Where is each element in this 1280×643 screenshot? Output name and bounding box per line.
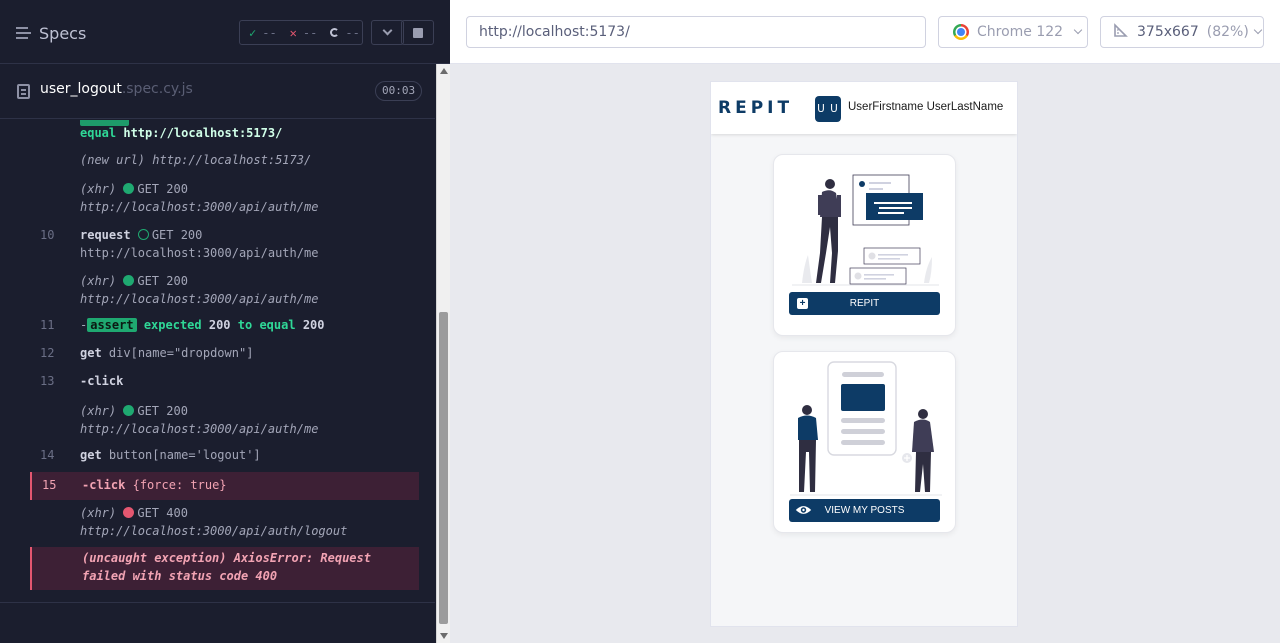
spec-file-name[interactable]: user_logout.spec.cy.js <box>40 81 193 97</box>
chevron-down-icon <box>382 25 393 36</box>
reporter-header: Specs ✓ -- ✕ -- -- <box>0 0 450 64</box>
command-row[interactable]: 12 get div[name="dropdown"] <box>30 346 419 366</box>
browser-picker[interactable]: Chrome 122 <box>938 16 1088 48</box>
app-navbar: REPIT U U UserFirstname UserLastName <box>711 82 1017 134</box>
avatar[interactable]: U U <box>815 96 841 122</box>
command-log: equal http://localhost:5173/ (new url) h… <box>0 120 435 602</box>
error-message[interactable]: (uncaught exception) AxiosError: Request… <box>30 547 419 590</box>
view-my-posts-button[interactable]: VIEW MY POSTS <box>789 499 940 522</box>
stat-pending: -- <box>321 26 362 40</box>
command-row[interactable]: (xhr) GET 200 http://localhost:3000/api/… <box>30 404 419 440</box>
command-row[interactable]: 10 request GET 200 http://localhost:3000… <box>30 228 419 264</box>
browser-label: Chrome 122 <box>977 24 1064 40</box>
specs-toggle-button[interactable]: Specs <box>16 22 86 44</box>
stop-icon <box>412 27 423 38</box>
eye-icon <box>795 506 812 514</box>
scroll-up-icon[interactable] <box>440 68 448 74</box>
chevron-down-icon <box>1073 25 1083 35</box>
command-row[interactable]: (new url) http://localhost:5173/ <box>30 153 419 173</box>
stat-passed: ✓ -- <box>249 25 277 40</box>
viewport-picker[interactable]: 375x667 (82%) <box>1100 16 1264 48</box>
command-row[interactable]: (xhr) GET 200 http://localhost:3000/api/… <box>30 274 419 310</box>
command-row[interactable]: equal http://localhost:5173/ <box>30 120 419 142</box>
create-post-illustration <box>792 174 939 286</box>
command-row[interactable]: 11 - assert expected 200 to equal 200 <box>30 318 419 338</box>
command-row[interactable]: (xhr) GET 400 http://localhost:3000/api/… <box>30 506 419 542</box>
reporter-scrollbar[interactable] <box>436 64 450 643</box>
viewport-scale: (82%) <box>1206 24 1249 40</box>
app-preview: REPIT U U UserFirstname UserLastName + R… <box>710 81 1018 627</box>
command-row[interactable]: 13 -click <box>30 374 419 394</box>
brand-logo[interactable]: REPIT <box>718 98 793 118</box>
my-posts-card: VIEW MY POSTS <box>773 351 956 533</box>
status-dot-icon <box>123 507 135 518</box>
repit-button[interactable]: + REPIT <box>789 292 940 315</box>
status-dot-icon <box>123 405 135 416</box>
reporter-footer <box>0 602 435 643</box>
scrollbar-thumb[interactable] <box>439 312 448 624</box>
expand-collapse-button[interactable] <box>371 20 404 45</box>
user-dropdown[interactable]: UserFirstname UserLastName <box>848 101 1003 113</box>
command-row-failed[interactable]: 15 -click {force: true} <box>30 472 419 500</box>
viewport-size: 375x667 <box>1137 24 1199 40</box>
plus-square-icon: + <box>797 298 808 309</box>
menu-icon <box>16 27 31 39</box>
command-row[interactable]: 14 get button[name='logout'] <box>30 448 419 468</box>
aut-header: http://localhost:5173/ Chrome 122 375x66… <box>450 0 1280 64</box>
pending-icon <box>330 28 340 37</box>
cypress-reporter: Specs ✓ -- ✕ -- -- user_logout.spec.cy.js … <box>0 0 450 643</box>
stop-button[interactable] <box>401 20 434 45</box>
ruler-icon <box>1113 22 1129 42</box>
repit-card: + REPIT <box>773 154 956 336</box>
scroll-down-icon[interactable] <box>440 633 448 639</box>
duration-badge: 00:03 <box>375 81 423 101</box>
status-dot-icon <box>123 275 135 286</box>
chevron-down-icon <box>1253 25 1263 35</box>
status-dot-icon <box>123 183 135 194</box>
view-posts-illustration <box>790 361 942 496</box>
command-row[interactable]: (xhr) GET 200 http://localhost:3000/api/… <box>30 182 419 218</box>
chrome-icon <box>953 24 969 40</box>
status-dot-icon <box>137 229 149 240</box>
url-field[interactable]: http://localhost:5173/ <box>466 16 926 48</box>
check-icon: ✓ <box>249 25 257 40</box>
file-icon <box>17 84 30 99</box>
stat-failed: ✕ -- <box>289 25 318 40</box>
specs-label: Specs <box>39 23 87 43</box>
test-stats: ✓ -- ✕ -- -- <box>239 20 363 45</box>
x-icon: ✕ <box>289 25 297 40</box>
